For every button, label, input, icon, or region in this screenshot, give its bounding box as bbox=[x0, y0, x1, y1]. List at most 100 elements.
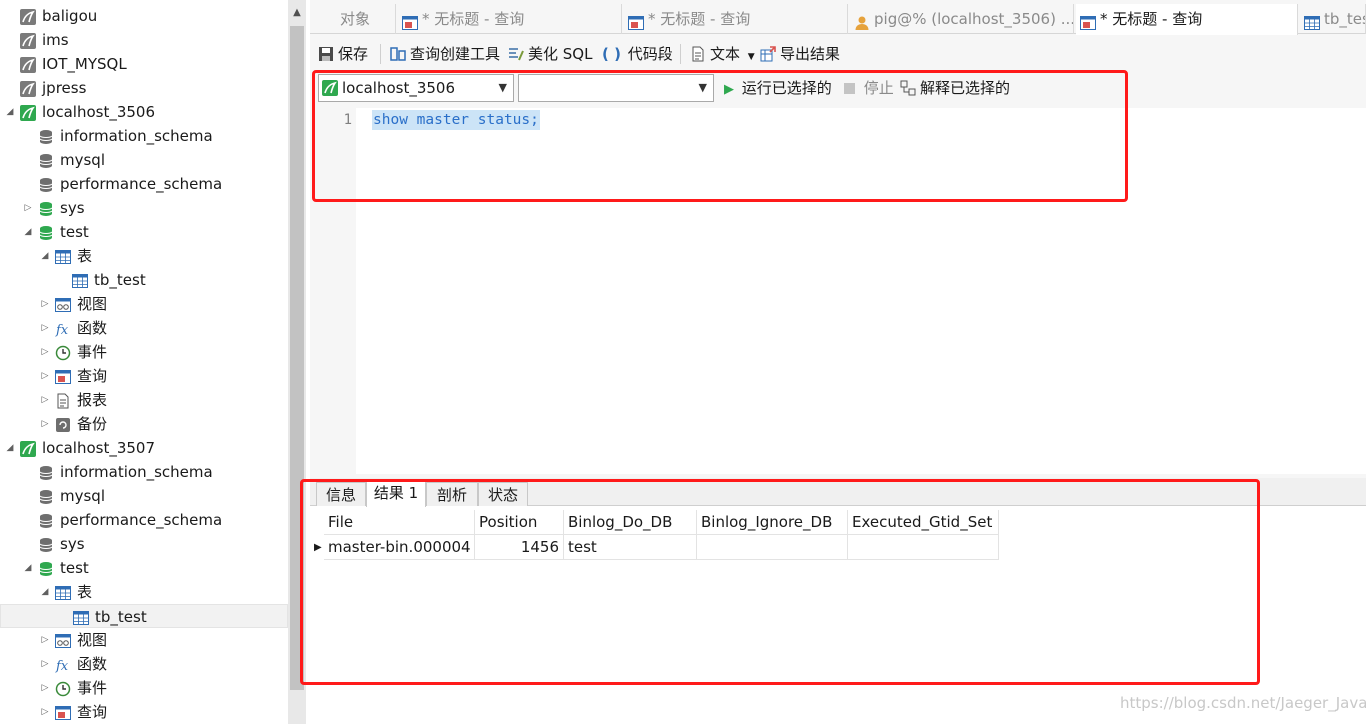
tree-item-label: 事件 bbox=[77, 679, 108, 697]
tables-folder-icon bbox=[55, 584, 71, 600]
tree-item[interactable]: ◢ test bbox=[0, 220, 288, 244]
server-disconnected-icon bbox=[20, 56, 36, 73]
tree-expand-arrow-icon[interactable]: ▷ bbox=[39, 292, 51, 316]
tree-item[interactable]: ▷ 视图 bbox=[0, 292, 288, 316]
event-clock-icon bbox=[55, 680, 71, 697]
server-disconnected-icon bbox=[20, 32, 36, 49]
tree-expand-arrow-icon[interactable]: ▷ bbox=[39, 340, 51, 364]
tree-item[interactable]: ▷ 报表 bbox=[0, 388, 288, 412]
text-mode-label: 文本 bbox=[710, 45, 741, 63]
tab-2[interactable]: * 无标题 - 查询 bbox=[624, 4, 848, 34]
tree-expand-arrow-icon[interactable]: ▷ bbox=[39, 676, 51, 700]
tab-0[interactable]: 对象 bbox=[310, 4, 396, 34]
tree-item[interactable]: ◢ 表 bbox=[0, 244, 288, 268]
tree-item-label: localhost_3507 bbox=[42, 439, 156, 457]
tree-item[interactable]: ◢ localhost_3507 bbox=[0, 436, 288, 460]
tree-item[interactable]: ▷ 事件 bbox=[0, 676, 288, 700]
tree-expand-arrow-icon[interactable]: ▷ bbox=[39, 316, 51, 340]
tree-item[interactable]: mysql bbox=[0, 148, 288, 172]
tree-item-label: jpress bbox=[42, 79, 87, 97]
tree-expand-arrow-icon[interactable]: ▷ bbox=[39, 700, 51, 724]
tree-collapse-arrow-icon[interactable]: ◢ bbox=[22, 220, 34, 244]
query-icon bbox=[55, 368, 71, 384]
tree-item-label: ims bbox=[42, 31, 69, 49]
tree-item-label: 事件 bbox=[77, 343, 108, 361]
tree-collapse-arrow-icon[interactable]: ◢ bbox=[4, 100, 16, 124]
tree-item[interactable]: sys bbox=[0, 532, 288, 556]
tree-collapse-arrow-icon[interactable]: ◢ bbox=[39, 580, 51, 604]
tab-3[interactable]: pig@% (localhost_3506) ... bbox=[850, 4, 1074, 34]
tree-collapse-arrow-icon[interactable]: ◢ bbox=[4, 436, 16, 460]
database-open-icon bbox=[38, 200, 54, 216]
tree-item-label: 视图 bbox=[77, 631, 108, 649]
tree-item[interactable]: ▷ 事件 bbox=[0, 340, 288, 364]
database-closed-icon bbox=[38, 536, 54, 552]
beautify-icon bbox=[509, 48, 524, 61]
tree-item[interactable]: ▷ 查询 bbox=[0, 700, 288, 724]
tree-item-label: information_schema bbox=[60, 463, 213, 481]
query-builder-button[interactable]: 查询创建工具 bbox=[390, 40, 500, 68]
tree-item[interactable]: information_schema bbox=[0, 124, 288, 148]
tree-item[interactable]: information_schema bbox=[0, 460, 288, 484]
tree-item[interactable]: ▷ fx 函数 bbox=[0, 316, 288, 340]
tree-collapse-arrow-icon[interactable]: ◢ bbox=[22, 556, 34, 580]
tree-expand-arrow-icon[interactable]: ▷ bbox=[39, 652, 51, 676]
tab-5[interactable]: tb_tes bbox=[1300, 4, 1366, 34]
query-builder-icon bbox=[390, 47, 406, 61]
export-results-button[interactable]: 导出结果 bbox=[760, 40, 840, 68]
save-button[interactable]: 保存 bbox=[318, 40, 368, 68]
tree-item[interactable]: tb_test bbox=[0, 268, 288, 292]
tree-item-label: mysql bbox=[60, 151, 105, 169]
tree-item[interactable]: baligou bbox=[0, 4, 288, 28]
tree-item[interactable]: performance_schema bbox=[0, 172, 288, 196]
database-closed-icon bbox=[38, 176, 54, 192]
tree-item-label: 函数 bbox=[77, 319, 108, 337]
tree-expand-arrow-icon[interactable]: ▷ bbox=[39, 628, 51, 652]
query-icon bbox=[628, 11, 644, 30]
tree-item[interactable]: ▷ 视图 bbox=[0, 628, 288, 652]
text-mode-button[interactable]: 文本 ▼ bbox=[690, 40, 755, 68]
tree-item[interactable]: ▷ 备份 bbox=[0, 412, 288, 436]
tab-bar: 对象 * 无标题 - 查询 * 无标题 - 查询 pig@% (localhost_3… bbox=[310, 4, 1366, 35]
tree-item[interactable]: tb_test bbox=[0, 604, 288, 628]
beautify-sql-button[interactable]: 美化 SQL bbox=[508, 40, 592, 68]
text-document-icon bbox=[692, 46, 704, 62]
snippet-parens-icon: ( ) bbox=[602, 45, 621, 63]
tree-item-label: sys bbox=[60, 535, 85, 553]
query-builder-label: 查询创建工具 bbox=[410, 45, 501, 63]
tree-item[interactable]: IOT_MYSQL bbox=[0, 52, 288, 76]
tree-expand-arrow-icon[interactable]: ▷ bbox=[39, 412, 51, 436]
tree-item-label: IOT_MYSQL bbox=[42, 55, 127, 73]
code-snippet-button[interactable]: ( ) 代码段 bbox=[602, 40, 673, 68]
export-icon bbox=[760, 46, 776, 62]
tree-item-label: 报表 bbox=[77, 391, 108, 409]
tree-item[interactable]: ▷ 查询 bbox=[0, 364, 288, 388]
tree-item[interactable]: ▷ fx 函数 bbox=[0, 652, 288, 676]
svg-text:fx: fx bbox=[55, 659, 69, 673]
tab-label: * 无标题 - 查询 bbox=[1100, 10, 1203, 28]
tree-item[interactable]: ◢ localhost_3506 bbox=[0, 100, 288, 124]
function-icon: fx bbox=[55, 656, 71, 674]
tab-1[interactable]: * 无标题 - 查询 bbox=[398, 4, 622, 34]
database-closed-icon bbox=[38, 152, 54, 168]
table-icon bbox=[73, 609, 89, 625]
beautify-label: 美化 SQL bbox=[528, 45, 593, 63]
tree-item[interactable]: jpress bbox=[0, 76, 288, 100]
tree-expand-arrow-icon[interactable]: ▷ bbox=[39, 364, 51, 388]
tree-item[interactable]: ◢ test bbox=[0, 556, 288, 580]
tab-4[interactable]: * 无标题 - 查询 bbox=[1076, 4, 1298, 35]
tree-expand-arrow-icon[interactable]: ▷ bbox=[22, 196, 34, 220]
function-icon: fx bbox=[55, 320, 71, 338]
tree-item[interactable]: ▷ sys bbox=[0, 196, 288, 220]
tree-item-label: 查询 bbox=[77, 367, 108, 385]
tree-item[interactable]: performance_schema bbox=[0, 508, 288, 532]
server-connected-icon bbox=[20, 104, 36, 121]
tab-label: 对象 bbox=[340, 10, 371, 28]
scroll-up-arrow-icon[interactable]: ▲ bbox=[288, 0, 306, 26]
export-label: 导出结果 bbox=[780, 45, 841, 63]
tree-collapse-arrow-icon[interactable]: ◢ bbox=[39, 244, 51, 268]
tree-expand-arrow-icon[interactable]: ▷ bbox=[39, 388, 51, 412]
tree-item[interactable]: mysql bbox=[0, 484, 288, 508]
tree-item[interactable]: ◢ 表 bbox=[0, 580, 288, 604]
tree-item[interactable]: ims bbox=[0, 28, 288, 52]
